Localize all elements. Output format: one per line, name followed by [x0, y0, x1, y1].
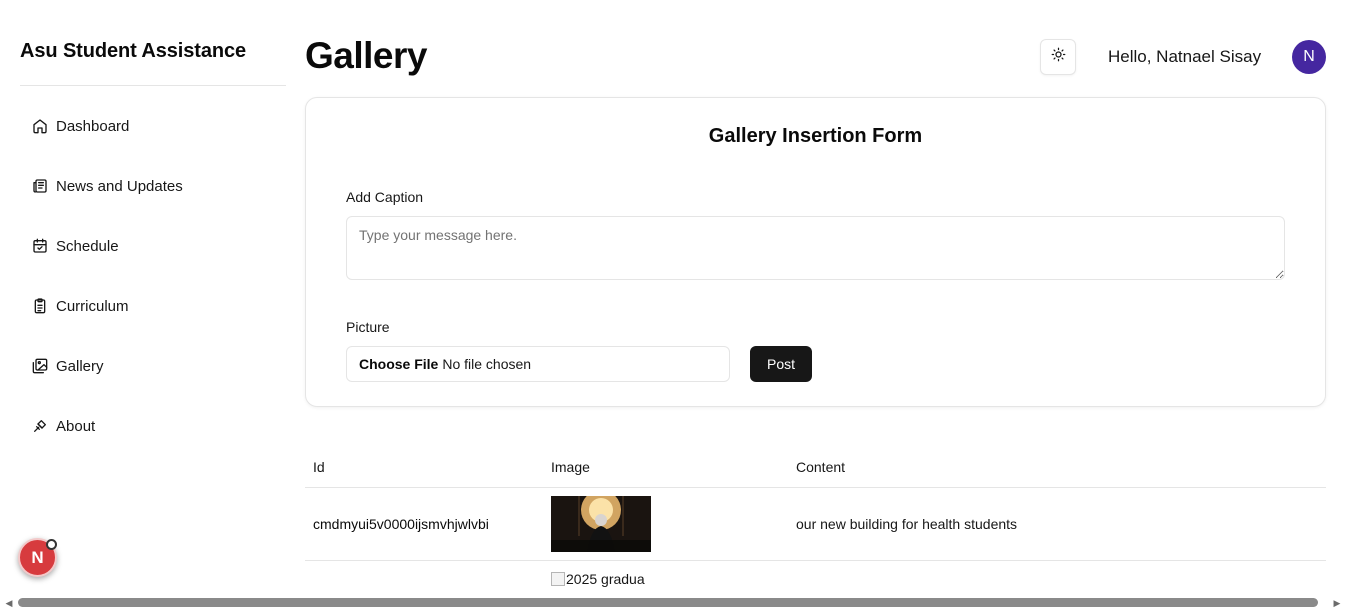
sidebar-item-news[interactable]: News and Updates	[32, 170, 282, 202]
horizontal-scrollbar[interactable]: ◀ ▶	[0, 596, 1346, 610]
column-header-content: Content	[796, 459, 846, 475]
broken-image: 2025 gradua	[551, 571, 645, 587]
sidebar-nav: Dashboard News and Updates Schedule Curr…	[32, 110, 282, 470]
user-greeting: Hello, Natnael Sisay	[1108, 47, 1262, 66]
caption-input[interactable]	[346, 216, 1285, 280]
sidebar-item-label: Dashboard	[56, 117, 130, 135]
caption-label: Add Caption	[346, 189, 424, 205]
sidebar-item-label: Gallery	[56, 357, 104, 375]
notification-dot	[46, 539, 57, 550]
page-title: Gallery	[305, 35, 427, 76]
sidebar-item-label: News and Updates	[56, 177, 183, 195]
home-icon	[32, 118, 48, 134]
sidebar-item-label: About	[56, 417, 96, 435]
calendar-icon	[32, 238, 48, 254]
scroll-right-icon[interactable]: ▶	[1330, 596, 1344, 610]
table-row[interactable]: cmdmyui5v0000ijsmvhjwlvbi our new buildi…	[305, 488, 1326, 561]
brand-title[interactable]: Asu Student Assistance	[20, 40, 246, 63]
table-row[interactable]: 2025 gradua	[305, 561, 1326, 601]
user-avatar[interactable]: N	[1292, 40, 1326, 74]
image-alt-text: 2025 gradua	[566, 571, 645, 587]
theme-toggle-button[interactable]	[1040, 39, 1076, 75]
brand-divider	[20, 85, 286, 86]
column-header-image: Image	[551, 459, 590, 475]
picture-label: Picture	[346, 319, 390, 335]
sidebar-item-curriculum[interactable]: Curriculum	[32, 290, 282, 322]
row-content: our new building for health students	[796, 516, 1018, 532]
scrollbar-thumb[interactable]	[18, 598, 1318, 607]
column-header-id: Id	[313, 459, 325, 475]
sidebar-item-about[interactable]: About	[32, 410, 282, 442]
row-id: cmdmyui5v0000ijsmvhjwlvbi	[313, 516, 489, 532]
sidebar-item-schedule[interactable]: Schedule	[32, 230, 282, 262]
gallery-table: Id Image Content cmdmyui5v0000ijsmvhjwlv…	[305, 448, 1326, 601]
sidebar-item-label: Curriculum	[56, 297, 129, 315]
file-status: No file chosen	[442, 356, 532, 372]
choose-file-button[interactable]: Choose File	[359, 356, 438, 372]
form-title: Gallery Insertion Form	[708, 125, 923, 147]
gallery-thumbnail	[551, 496, 651, 552]
images-icon	[32, 358, 48, 374]
gallery-insertion-form: Gallery Insertion Form Add Caption Pictu…	[305, 97, 1326, 407]
scroll-left-icon[interactable]: ◀	[2, 596, 16, 610]
table-header: Id Image Content	[305, 448, 1326, 488]
sidebar-item-label: Schedule	[56, 237, 119, 255]
sidebar-item-gallery[interactable]: Gallery	[32, 350, 282, 382]
picture-file-input[interactable]: Choose File No file chosen	[346, 346, 730, 382]
sun-icon	[1051, 47, 1066, 67]
broken-image-icon	[551, 572, 565, 586]
post-button[interactable]: Post	[750, 346, 812, 382]
info-icon	[32, 418, 48, 434]
sidebar: Asu Student Assistance Dashboard News an…	[20, 0, 286, 610]
sidebar-item-dashboard[interactable]: Dashboard	[32, 110, 282, 142]
clipboard-icon	[32, 298, 48, 314]
newspaper-icon	[32, 178, 48, 194]
